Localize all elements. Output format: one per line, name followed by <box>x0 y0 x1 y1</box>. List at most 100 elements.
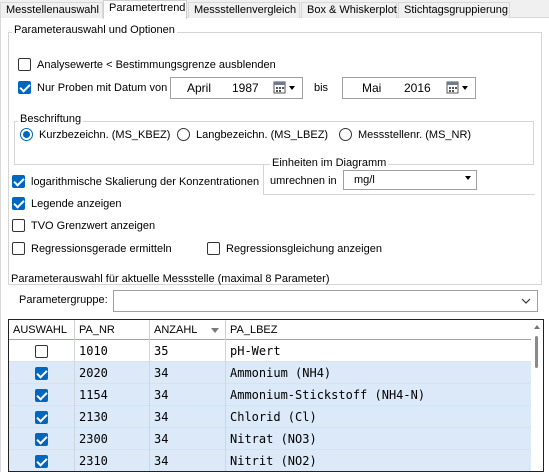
pa-nr-cell: 2300 <box>75 428 150 450</box>
units-value: mg/l <box>354 174 375 186</box>
column-header-auswahl[interactable]: AUSWAHL <box>9 320 75 340</box>
param-group-select[interactable] <box>113 290 538 312</box>
tab-label: Parametertrend <box>109 2 186 14</box>
radio-label: Messstellenr. (MS_NR) <box>358 128 472 141</box>
scrollbar-thumb[interactable] <box>535 336 538 368</box>
tab-panel-parametertrend: Parameterauswahl und Optionen Analysewer… <box>0 18 549 472</box>
calendar-dropdown-button[interactable] <box>446 81 472 95</box>
tvo-label: TVO Grenzwert anzeigen <box>31 219 156 232</box>
date-from-month: April <box>187 81 212 95</box>
log-scale-checkbox[interactable]: logarithmische Skalierung der Konzentrat… <box>12 175 259 188</box>
table-row[interactable]: 1154 34 Ammonium-Stickstoff (NH4-N) <box>9 384 533 406</box>
auswahl-cell[interactable] <box>9 450 75 471</box>
tab-messtellenauswahl[interactable]: Messtellenauswahl <box>0 2 103 18</box>
chevron-down-icon <box>521 298 531 304</box>
tab-label: Box & Whiskerplot <box>307 4 397 16</box>
radio-messstellennr[interactable]: Messstellenr. (MS_NR) <box>339 128 471 141</box>
radio-langbezeichnung[interactable]: Langbezeichn. (MS_LBEZ) <box>177 128 328 141</box>
date-filter-checkbox[interactable]: Nur Proben mit Datum von <box>18 81 167 94</box>
calendar-icon <box>273 81 295 94</box>
date-from-picker[interactable]: April 1987 <box>170 77 303 99</box>
pa-nr-cell: 2130 <box>75 406 150 428</box>
auswahl-cell[interactable] <box>9 428 75 450</box>
vertical-scrollbar[interactable] <box>531 320 543 471</box>
date-to-month: Mai <box>362 81 382 95</box>
checkbox-box <box>18 58 31 71</box>
anzahl-cell: 34 <box>150 406 226 428</box>
anzahl-cell: 35 <box>150 340 226 362</box>
calendar-dropdown-button[interactable] <box>273 81 299 95</box>
auswahl-cell[interactable] <box>9 406 75 428</box>
pa-lbez-cell: Chlorid (Cl) <box>230 410 317 424</box>
column-header-pa-lbez[interactable]: PA_LBEZ <box>226 320 533 340</box>
param-section-title: Parameterauswahl für aktuelle Messstelle… <box>11 273 330 285</box>
units-title: Einheiten im Diagramm <box>270 157 389 169</box>
grid-header: AUSWAHL PA_NR ANZAHL PA_LBEZ <box>9 320 533 340</box>
tab-box-whiskerplot[interactable]: Box & Whiskerplot <box>301 2 397 18</box>
dropdown-arrow-icon <box>465 176 471 180</box>
radio-label: Langbezeichn. (MS_LBEZ) <box>196 128 329 141</box>
anzahl-cell: 34 <box>150 362 226 384</box>
regression-eq-label: Regressionsgleichung anzeigen <box>226 242 382 255</box>
column-label: AUSWAHL <box>13 324 67 336</box>
radio-circle <box>339 128 352 141</box>
date-to-year: 2016 <box>404 81 431 95</box>
column-header-pa-nr[interactable]: PA_NR <box>75 320 150 340</box>
param-group-label: Parametergruppe: <box>19 294 108 306</box>
tab-messstellenvergleich[interactable]: Messstellenvergleich <box>188 2 300 18</box>
show-legend-checkbox[interactable]: Legende anzeigen <box>12 197 122 210</box>
radio-kurzbezeichnung[interactable]: Kurzbezeichn. (MS_KBEZ) <box>20 128 170 141</box>
pa-nr-cell: 1010 <box>75 340 150 362</box>
units-convert-label: umrechnen in <box>270 175 337 187</box>
checkbox-box <box>12 197 25 210</box>
tab-stichtagsgruppierung[interactable]: Stichtagsgruppierung <box>398 2 510 18</box>
table-row[interactable]: 2020 34 Ammonium (NH4) <box>9 362 533 384</box>
row-checkbox[interactable] <box>35 454 48 468</box>
units-select[interactable]: mg/l <box>343 170 477 190</box>
table-row[interactable]: 1010 35 pH-Wert <box>9 340 533 362</box>
column-label: PA_LBEZ <box>230 324 278 336</box>
checkbox-box <box>12 219 25 232</box>
row-checkbox[interactable] <box>35 344 48 358</box>
table-row[interactable]: 2300 34 Nitrat (NO3) <box>9 428 533 450</box>
auswahl-cell[interactable] <box>9 362 75 384</box>
row-checkbox[interactable] <box>35 388 48 402</box>
table-row[interactable]: 2130 34 Chlorid (Cl) <box>9 406 533 428</box>
regression-eq-checkbox[interactable]: Regressionsgleichung anzeigen <box>207 242 382 255</box>
scroll-up-icon[interactable] <box>534 325 540 329</box>
anzahl-cell: 34 <box>150 384 226 406</box>
row-checkbox[interactable] <box>35 410 48 424</box>
checkbox-box <box>207 242 220 255</box>
date-filter-label: Nur Proben mit Datum von <box>37 81 168 94</box>
table-row[interactable]: 2310 34 Nitrit (NO2) <box>9 450 533 471</box>
date-to-picker[interactable]: Mai 2016 <box>342 77 476 99</box>
checkbox-box <box>18 81 31 94</box>
column-header-anzahl[interactable]: ANZAHL <box>150 320 226 340</box>
auswahl-cell[interactable] <box>9 384 75 406</box>
anzahl-cell: 34 <box>150 428 226 450</box>
tab-label: Messstellenvergleich <box>194 4 297 16</box>
tab-label: Stichtagsgruppierung <box>404 4 508 16</box>
radio-label: Kurzbezeichn. (MS_KBEZ) <box>39 128 171 141</box>
row-checkbox[interactable] <box>35 366 48 380</box>
tab-label: Messtellenauswahl <box>6 4 99 16</box>
parameter-grid: AUSWAHL PA_NR ANZAHL PA_LBEZ 1010 35 pH-We… <box>8 319 544 472</box>
regression-line-checkbox[interactable]: Regressionsgerade ermitteln <box>12 242 172 255</box>
column-label: ANZAHL <box>154 324 198 336</box>
date-from-year: 1987 <box>232 81 259 95</box>
beschriftung-title: Beschriftung <box>18 113 84 125</box>
column-label: PA_NR <box>79 324 115 336</box>
radio-circle <box>20 128 33 141</box>
row-checkbox[interactable] <box>35 432 48 446</box>
checkbox-box <box>12 175 25 188</box>
tab-parametertrend[interactable]: Parametertrend <box>103 0 187 19</box>
options-group-title: Parameterauswahl und Optionen <box>12 24 177 36</box>
auswahl-cell[interactable] <box>9 340 75 362</box>
hide-below-limit-label: Analysewerte < Bestimmungsgrenze ausblen… <box>37 58 276 71</box>
sort-desc-icon <box>211 328 219 333</box>
log-scale-label: logarithmische Skalierung der Konzentrat… <box>31 175 260 188</box>
tvo-checkbox[interactable]: TVO Grenzwert anzeigen <box>12 219 155 232</box>
hide-below-limit-checkbox[interactable]: Analysewerte < Bestimmungsgrenze ausblen… <box>18 58 276 71</box>
radio-circle <box>177 128 190 141</box>
pa-nr-cell: 2020 <box>75 362 150 384</box>
